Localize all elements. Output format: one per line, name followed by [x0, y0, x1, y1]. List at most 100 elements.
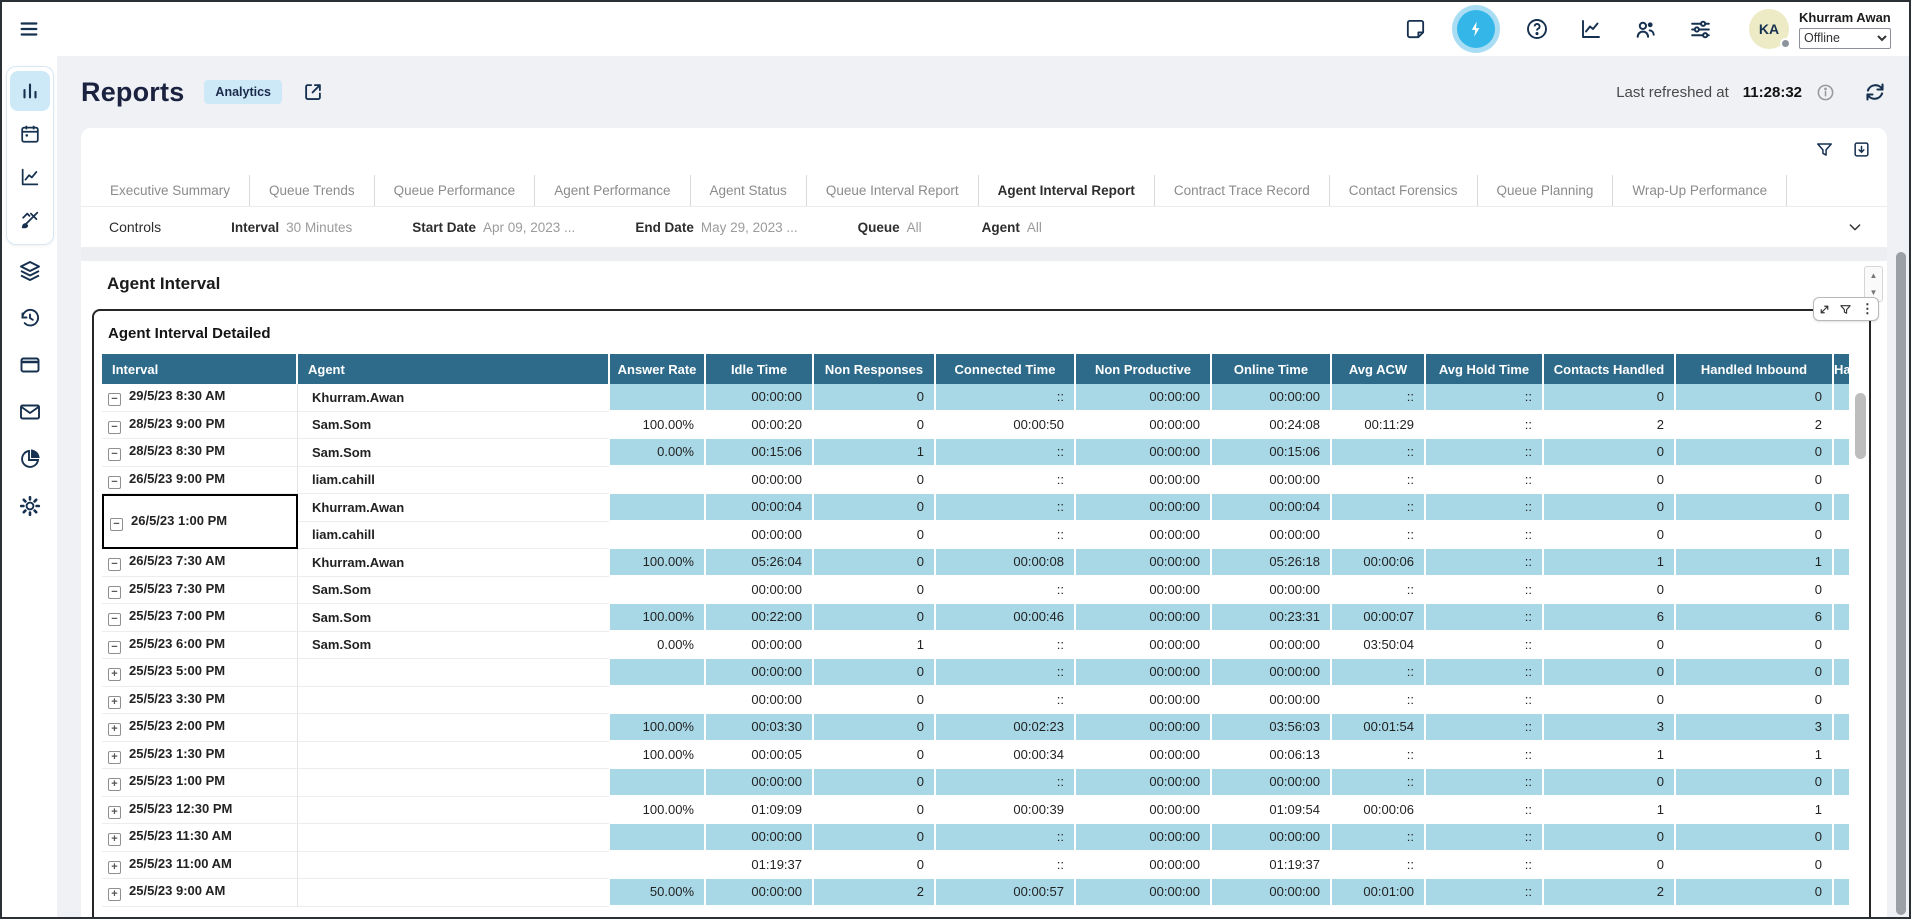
cell-agent[interactable]: [298, 714, 610, 742]
expand-toggle[interactable]: +: [108, 723, 121, 736]
cell-answer-rate[interactable]: [610, 467, 706, 495]
cell-agent[interactable]: Sam.Som: [298, 412, 610, 440]
cell-answer-rate[interactable]: 100.00%: [610, 412, 706, 440]
cell-non-responses[interactable]: 0: [814, 467, 936, 495]
tab-agent-interval-report[interactable]: Agent Interval Report: [979, 175, 1155, 206]
cell-non-productive[interactable]: 00:00:00: [1076, 549, 1212, 577]
cell-handled-inbound[interactable]: 0: [1676, 522, 1834, 550]
filter-interval[interactable]: Interval30 Minutes: [231, 220, 352, 235]
cell-contacts-handled[interactable]: 1: [1544, 797, 1676, 825]
sidebar-item-schedule[interactable]: [10, 114, 50, 154]
cell-han[interactable]: [1834, 769, 1851, 797]
cell-non-responses[interactable]: 0: [814, 797, 936, 825]
cell-connected-time[interactable]: ::: [936, 577, 1076, 605]
cell-han[interactable]: [1834, 824, 1851, 852]
cell-contacts-handled[interactable]: 6: [1544, 604, 1676, 632]
cell-answer-rate[interactable]: [610, 659, 706, 687]
cell-interval[interactable]: −26/5/23 7:30 AM: [102, 549, 298, 577]
expand-toggle[interactable]: +: [108, 861, 121, 874]
cell-answer-rate[interactable]: [610, 852, 706, 880]
cell-contacts-handled[interactable]: 0: [1544, 769, 1676, 797]
filter-end-date[interactable]: End DateMay 29, 2023 ...: [635, 220, 797, 235]
cell-non-productive[interactable]: 00:00:00: [1076, 467, 1212, 495]
cell-online-time[interactable]: 00:00:00: [1212, 769, 1332, 797]
cell-handled-inbound[interactable]: 0: [1676, 494, 1834, 522]
expand-toggle[interactable]: +: [108, 806, 121, 819]
spinner-up-button[interactable]: ▲: [1865, 267, 1882, 284]
help-icon[interactable]: [1525, 17, 1549, 41]
cell-online-time[interactable]: 01:09:54: [1212, 797, 1332, 825]
expand-toggle[interactable]: +: [108, 751, 121, 764]
cell-connected-time[interactable]: ::: [936, 659, 1076, 687]
sidebar-item-analytics[interactable]: [10, 157, 50, 197]
cell-agent[interactable]: Sam.Som: [298, 439, 610, 467]
cell-online-time[interactable]: 00:00:00: [1212, 824, 1332, 852]
history-icon[interactable]: [18, 306, 42, 330]
cell-handled-inbound[interactable]: 0: [1676, 687, 1834, 715]
cell-avg-hold-time[interactable]: ::: [1426, 549, 1544, 577]
cell-online-time[interactable]: 05:26:18: [1212, 549, 1332, 577]
expand-toggle[interactable]: +: [108, 833, 121, 846]
cell-avg-hold-time[interactable]: ::: [1426, 494, 1544, 522]
cell-non-productive[interactable]: 00:00:00: [1076, 824, 1212, 852]
cell-avg-acw[interactable]: 00:00:07: [1332, 604, 1426, 632]
cell-answer-rate[interactable]: [610, 769, 706, 797]
gear-icon[interactable]: [18, 494, 42, 518]
cell-handled-inbound[interactable]: 0: [1676, 879, 1834, 907]
cell-answer-rate[interactable]: 0.00%: [610, 439, 706, 467]
cell-non-productive[interactable]: 00:00:00: [1076, 384, 1212, 412]
cell-online-time[interactable]: 00:23:31: [1212, 604, 1332, 632]
cell-interval[interactable]: −25/5/23 6:00 PM: [102, 632, 298, 660]
expand-icon[interactable]: [1818, 303, 1831, 316]
cell-idle-time[interactable]: 00:15:06: [706, 439, 814, 467]
cell-interval[interactable]: +25/5/23 2:00 PM: [102, 714, 298, 742]
cell-han[interactable]: [1834, 384, 1851, 412]
cell-avg-hold-time[interactable]: ::: [1426, 412, 1544, 440]
cell-interval[interactable]: +25/5/23 5:00 PM: [102, 659, 298, 687]
cell-handled-inbound[interactable]: 0: [1676, 577, 1834, 605]
cell-agent[interactable]: [298, 852, 610, 880]
cell-online-time[interactable]: 00:00:00: [1212, 467, 1332, 495]
cell-interval[interactable]: +25/5/23 3:30 PM: [102, 687, 298, 715]
external-link-icon[interactable]: [302, 81, 324, 103]
cell-interval[interactable]: +25/5/23 11:00 AM: [102, 852, 298, 880]
cell-agent[interactable]: liam.cahill: [298, 467, 610, 495]
cell-online-time[interactable]: 00:00:00: [1212, 879, 1332, 907]
cell-connected-time[interactable]: 00:00:57: [936, 879, 1076, 907]
window-icon[interactable]: [18, 353, 42, 377]
cell-han[interactable]: [1834, 549, 1851, 577]
collapse-toggle[interactable]: −: [108, 421, 121, 434]
cell-han[interactable]: [1834, 852, 1851, 880]
cell-answer-rate[interactable]: 100.00%: [610, 714, 706, 742]
cell-answer-rate[interactable]: [610, 522, 706, 550]
cell-agent[interactable]: [298, 659, 610, 687]
cell-connected-time[interactable]: ::: [936, 522, 1076, 550]
cell-handled-inbound[interactable]: 2: [1676, 412, 1834, 440]
cell-non-productive[interactable]: 00:00:00: [1076, 852, 1212, 880]
cell-non-responses[interactable]: 2: [814, 879, 936, 907]
cell-han[interactable]: [1834, 659, 1851, 687]
cell-avg-acw[interactable]: ::: [1332, 494, 1426, 522]
cell-avg-hold-time[interactable]: ::: [1426, 797, 1544, 825]
cell-agent[interactable]: [298, 687, 610, 715]
cell-online-time[interactable]: 00:00:00: [1212, 632, 1332, 660]
collapse-toggle[interactable]: −: [108, 586, 121, 599]
cell-han[interactable]: [1834, 577, 1851, 605]
cell-non-responses[interactable]: 1: [814, 439, 936, 467]
collapse-toggle[interactable]: −: [108, 448, 121, 461]
cell-non-responses[interactable]: 0: [814, 852, 936, 880]
cell-connected-time[interactable]: ::: [936, 439, 1076, 467]
cell-avg-hold-time[interactable]: ::: [1426, 687, 1544, 715]
cell-interval[interactable]: −28/5/23 9:00 PM: [102, 412, 298, 440]
column-header-idle-time[interactable]: Idle Time: [706, 354, 814, 384]
cell-avg-hold-time[interactable]: ::: [1426, 852, 1544, 880]
cell-non-productive[interactable]: 00:00:00: [1076, 879, 1212, 907]
tab-contact-forensics[interactable]: Contact Forensics: [1330, 175, 1478, 206]
sidebar-item-design[interactable]: [10, 200, 50, 240]
cell-non-productive[interactable]: 00:00:00: [1076, 494, 1212, 522]
cell-interval[interactable]: +25/5/23 9:00 AM: [102, 879, 298, 907]
cell-non-responses[interactable]: 0: [814, 412, 936, 440]
layers-icon[interactable]: [18, 259, 42, 283]
cell-handled-inbound[interactable]: 1: [1676, 742, 1834, 770]
cell-non-productive[interactable]: 00:00:00: [1076, 742, 1212, 770]
